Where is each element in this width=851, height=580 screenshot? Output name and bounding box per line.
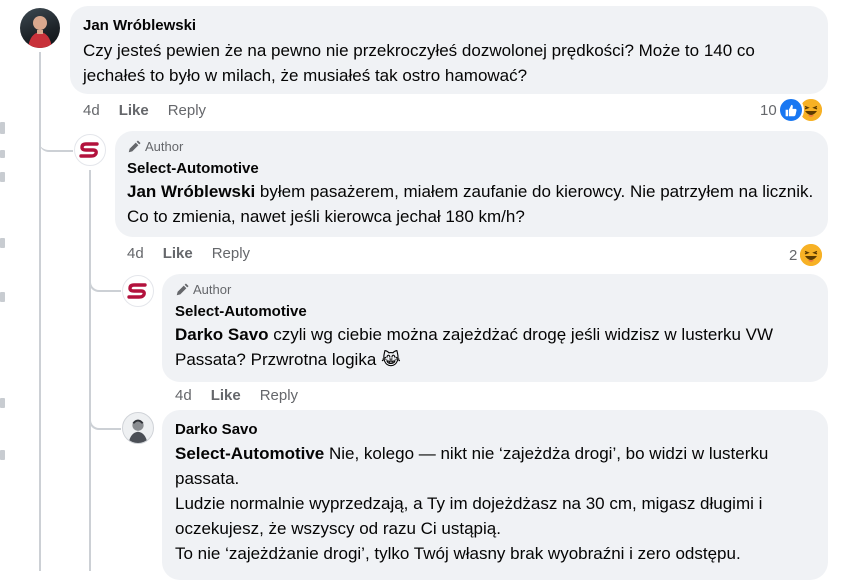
comment-author[interactable]: Jan Wróblewski [83,16,815,36]
edge-fragment [0,450,5,460]
author-badge: Author [175,282,815,298]
pen-icon [176,283,189,296]
comment-bubble: Jan Wróblewski Czy jesteś pewien że na p… [70,6,828,94]
author-badge-label: Author [145,139,184,154]
thread-branch [89,270,121,292]
like-button[interactable]: Like [163,244,193,264]
author-badge-label: Author [193,282,232,297]
mention-link[interactable]: Jan Wróblewski [127,182,255,201]
comment-text: Darko Savo czyli wg ciebie można zajeżdż… [175,322,815,372]
comment-time[interactable]: 4d [175,386,192,406]
edge-fragment [0,238,5,248]
person-photo-icon [28,16,52,48]
comment-text: Czy jesteś pewien że na pewno nie przekr… [83,41,755,85]
haha-reaction-icon [798,242,825,268]
reaction-summary[interactable]: 2 [789,242,825,268]
avatar-select-automotive[interactable] [122,275,154,307]
edge-fragment [0,150,5,158]
reaction-count: 10 [760,101,777,119]
crying-cat-emoji: 😹 [381,350,401,369]
edge-fragment [0,122,5,134]
comment-author[interactable]: Darko Savo [175,420,815,440]
edge-fragment [0,292,5,302]
avatar-jan[interactable] [20,8,60,48]
comment-text: Ludzie normalnie wyprzedzają, a Ty im do… [175,494,763,538]
author-badge: Author [127,139,816,155]
reaction-summary[interactable]: 10 [760,97,824,123]
like-button[interactable]: Like [119,101,149,121]
brand-logo-icon [79,142,99,158]
like-button[interactable]: Like [211,386,241,406]
avatar-select-automotive[interactable] [74,134,106,166]
comment-author[interactable]: Select-Automotive [175,302,815,322]
comment-actions: 4d Like Reply [175,386,298,406]
reply-button[interactable]: Reply [212,244,250,264]
edge-fragment [0,172,5,182]
thread-branch [89,408,121,430]
pen-icon [128,140,141,153]
reply-button[interactable]: Reply [168,101,206,121]
reply-button[interactable]: Reply [260,386,298,406]
comment-text: To nie ‘zajeżdżanie drogi’, tylko Twój w… [175,544,741,563]
comment-time[interactable]: 4d [83,101,100,121]
comment-bubble: Author Select-Automotive Darko Savo czyl… [162,274,828,382]
comment-time[interactable]: 4d [127,244,144,264]
mention-link[interactable]: Darko Savo [175,325,269,344]
comment-bubble: Darko Savo Select-Automotive Nie, kolego… [162,410,828,580]
avatar-darko[interactable] [122,412,154,444]
comment-actions: 4d Like Reply [127,244,250,264]
comment-bubble: Author Select-Automotive Jan Wróblewski … [115,131,828,237]
thread-branch [39,130,73,152]
like-reaction-icon [777,97,804,123]
brand-logo-icon [127,283,147,299]
mention-link[interactable]: Select-Automotive [175,444,324,463]
comment-actions: 4d Like Reply [83,101,206,121]
comment-text: Select-Automotive Nie, kolego — nikt nie… [175,441,815,491]
edge-fragment [0,398,5,408]
person-photo-icon [128,419,148,443]
comment-author[interactable]: Select-Automotive [127,159,816,179]
reaction-count: 2 [789,246,798,264]
thread-line [89,170,91,571]
comment-text: Jan Wróblewski byłem pasażerem, miałem z… [127,179,816,229]
